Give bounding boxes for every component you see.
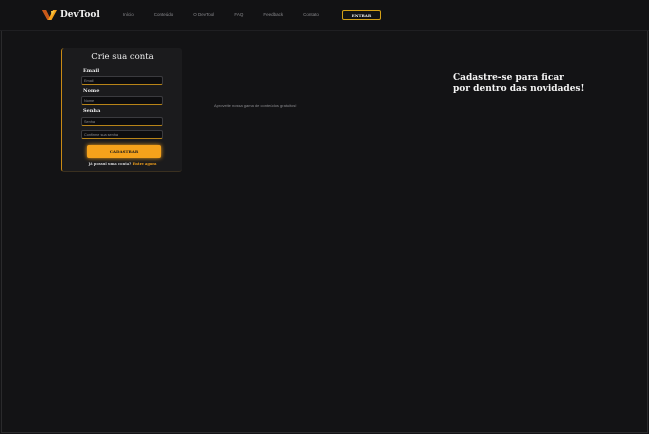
hero-headline-line-2: por dentro das novidades! xyxy=(453,84,585,94)
login-now-link[interactable]: Entre agora xyxy=(133,162,157,166)
have-account-text: Já possui uma conta? xyxy=(88,162,132,166)
confirm-password-field[interactable] xyxy=(81,130,163,139)
nav-item-contato[interactable]: Contato xyxy=(303,12,319,17)
signup-title: Crie sua conta xyxy=(91,52,154,62)
brand-logo[interactable]: DevTool xyxy=(42,9,100,20)
hero-tagline: Aproveite nossa gama de conteúdos gratui… xyxy=(214,103,297,108)
signup-card: Crie sua conta Email Nome Senha CADASTRA… xyxy=(61,48,182,172)
brand-name: DevTool xyxy=(60,9,100,20)
email-label: Email xyxy=(83,68,100,74)
have-account-line: Já possui uma conta? Entre agora xyxy=(62,162,183,166)
nav-item-inicio[interactable]: Início xyxy=(123,12,134,17)
devtool-logo-icon xyxy=(42,10,57,20)
hero-headline-line-1: Cadastre-se para ficar xyxy=(453,73,564,83)
name-label: Nome xyxy=(83,88,100,94)
nav-item-feedback[interactable]: Feedback xyxy=(263,12,283,17)
name-field[interactable] xyxy=(81,96,163,105)
hero-headline: Cadastre-se para ficar por dentro das no… xyxy=(453,73,593,95)
login-button[interactable]: ENTRAR xyxy=(342,10,381,20)
nav-item-o-devtool[interactable]: O DevTool xyxy=(193,12,214,17)
password-label: Senha xyxy=(83,108,101,114)
nav-item-faq[interactable]: FAQ xyxy=(234,12,243,17)
top-navbar: DevTool Início Conteúdo O DevTool FAQ Fe… xyxy=(0,0,649,31)
email-field[interactable] xyxy=(81,76,163,85)
main-nav: Início Conteúdo O DevTool FAQ Feedback C… xyxy=(123,12,339,17)
password-field[interactable] xyxy=(81,117,163,126)
nav-item-conteudo[interactable]: Conteúdo xyxy=(154,12,174,17)
signup-submit-button[interactable]: CADASTRAR xyxy=(87,145,161,158)
